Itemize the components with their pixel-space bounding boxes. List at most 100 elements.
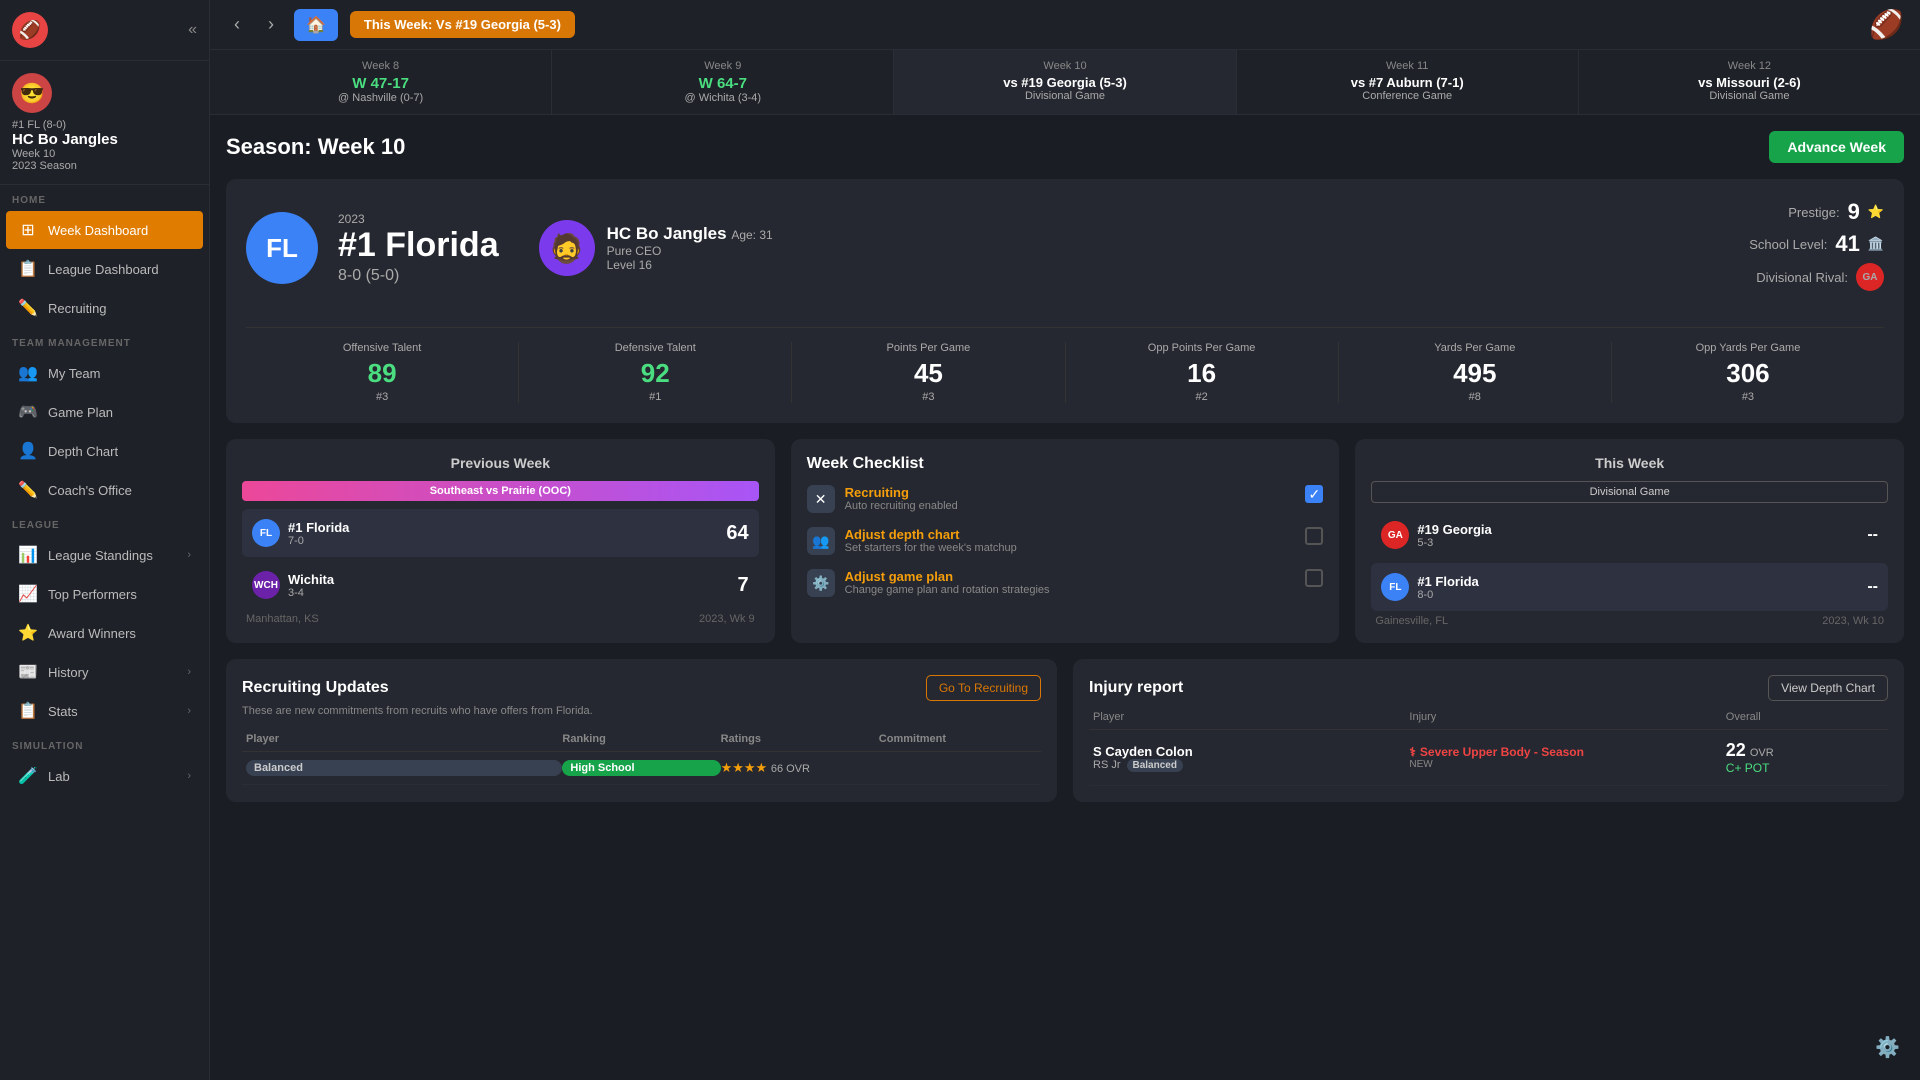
check-sub-0: Auto recruiting enabled [845, 500, 958, 512]
col-player: Player [246, 733, 562, 745]
forward-btn[interactable]: › [260, 10, 282, 39]
schedule-item-week9[interactable]: Week 9W 64-7@ Wichita (3-4) [552, 50, 894, 114]
stat-item-offensive-talent: Offensive Talent 89 #3 [246, 342, 519, 403]
prev-team2-score: 7 [738, 574, 749, 597]
view-depth-chart-btn[interactable]: View Depth Chart [1768, 675, 1888, 701]
nav-section-league: LEAGUE [0, 510, 209, 535]
stat-item-points-per-game: Points Per Game 45 #3 [792, 342, 1065, 403]
prev-team2-badge: WCH [252, 571, 280, 599]
injury-details: ⚕ Severe Upper Body - Season NEW [1409, 745, 1725, 770]
check-box-1[interactable] [1305, 527, 1323, 545]
col-ranking: Ranking [562, 733, 720, 745]
nav-icon-week-dashboard: ⊞ [18, 220, 38, 240]
nav-icon-league-standings: 📊 [18, 545, 38, 565]
check-sub-1: Set starters for the week's matchup [845, 542, 1017, 554]
season-header: Season: Week 10 Advance Week [226, 131, 1904, 163]
sidebar-item-history[interactable]: 📰 History › [6, 653, 203, 691]
nav-icon-depth-chart: 👤 [18, 441, 38, 461]
bottom-two: Recruiting Updates Go To Recruiting Thes… [226, 659, 1904, 802]
check-box-2[interactable] [1305, 569, 1323, 587]
checklist-item-2: ⚙️ Adjust game plan Change game plan and… [807, 569, 1324, 597]
sidebar-nav: HOME⊞ Week Dashboard 📋 League Dashboard … [0, 185, 209, 796]
schedule-matchup: vs Missouri (2-6) [1595, 75, 1904, 90]
prev-team2-record: 3-4 [288, 587, 334, 599]
go-recruiting-btn[interactable]: Go To Recruiting [926, 675, 1041, 701]
week-checklist-card: Week Checklist ✕ Recruiting Auto recruit… [791, 439, 1340, 643]
prestige-row: Prestige: 9 ⭐ [1749, 199, 1884, 225]
nav-icon-award-winners: ⭐ [18, 623, 38, 643]
user-rank: #1 FL (8-0) [12, 119, 197, 131]
sidebar-item-game-plan[interactable]: 🎮 Game Plan [6, 393, 203, 431]
schedule-item-week12[interactable]: Week 12vs Missouri (2-6)Divisional Game [1579, 50, 1920, 114]
home-btn[interactable]: 🏠 [294, 9, 338, 41]
settings-icon[interactable]: ⚙️ [1875, 1035, 1900, 1060]
nav-section-simulation: SIMULATION [0, 731, 209, 756]
school-level-row: School Level: 41 🏛️ [1749, 231, 1884, 257]
prestige-section: Prestige: 9 ⭐ School Level: 41 🏛️ Divisi… [1749, 199, 1884, 297]
schedule-score: W 47-17 [226, 75, 535, 92]
injury-row: S Cayden Colon RS Jr Balanced ⚕ Severe U… [1089, 730, 1888, 786]
bottom-grid: Previous Week Southeast vs Prairie (OOC)… [226, 439, 1904, 643]
schedule-sub: Divisional Game [910, 90, 1219, 102]
check-icon-0: ✕ [807, 485, 835, 513]
week-badge: This Week: Vs #19 Georgia (5-3) [350, 11, 575, 38]
sidebar-collapse-btn[interactable]: « [188, 21, 197, 39]
sidebar-item-coaches-office[interactable]: ✏️ Coach's Office [6, 471, 203, 509]
sidebar-item-stats[interactable]: 📋 Stats › [6, 692, 203, 730]
sidebar-item-award-winners[interactable]: ⭐ Award Winners [6, 614, 203, 652]
schedule-week-label: Week 12 [1595, 60, 1904, 72]
schedule-bar: Week 8W 47-17@ Nashville (0-7)Week 9W 64… [210, 50, 1920, 115]
inj-col-player: Player [1093, 711, 1409, 723]
nav-chevron-lab: › [187, 770, 191, 782]
this-team1-record: 5-3 [1417, 537, 1491, 549]
nav-label-award-winners: Award Winners [48, 626, 136, 641]
injury-header: Injury report View Depth Chart [1089, 675, 1888, 701]
nav-label-game-plan: Game Plan [48, 405, 113, 420]
nav-chevron-history: › [187, 666, 191, 678]
main-scroll-content: Season: Week 10 Advance Week FL 2023 #1 … [210, 115, 1920, 1080]
this-game-meta: Gainesville, FL 2023, Wk 10 [1371, 615, 1888, 627]
nav-icon-my-team: 👥 [18, 363, 38, 383]
check-box-0[interactable]: ✓ [1305, 485, 1323, 503]
nav-icon-top-performers: 📈 [18, 584, 38, 604]
check-label-2: Adjust game plan [845, 569, 1050, 584]
nav-label-my-team: My Team [48, 366, 101, 381]
sidebar-item-my-team[interactable]: 👥 My Team [6, 354, 203, 392]
nav-label-top-performers: Top Performers [48, 587, 137, 602]
prev-team2-name: Wichita [288, 572, 334, 587]
injury-type: ⚕ Severe Upper Body - Season [1409, 745, 1725, 759]
nav-label-history: History [48, 665, 88, 680]
this-team1-score: -- [1867, 526, 1878, 544]
check-sub-2: Change game plan and rotation strategies [845, 584, 1050, 596]
prev-team1-name: #1 Florida [288, 520, 349, 535]
sidebar-item-recruiting[interactable]: ✏️ Recruiting [6, 289, 203, 327]
sidebar-item-league-dashboard[interactable]: 📋 League Dashboard [6, 250, 203, 288]
schedule-item-week10[interactable]: Week 10vs #19 Georgia (5-3)Divisional Ga… [894, 50, 1236, 114]
nav-label-depth-chart: Depth Chart [48, 444, 118, 459]
back-btn[interactable]: ‹ [226, 10, 248, 39]
sidebar-item-league-standings[interactable]: 📊 League Standings › [6, 536, 203, 574]
schedule-opp: @ Wichita (3-4) [568, 92, 877, 104]
this-team2-badge: FL [1381, 573, 1409, 601]
schedule-item-week8[interactable]: Week 8W 47-17@ Nashville (0-7) [210, 50, 552, 114]
sidebar-item-top-performers[interactable]: 📈 Top Performers [6, 575, 203, 613]
sidebar-item-week-dashboard[interactable]: ⊞ Week Dashboard [6, 211, 203, 249]
prev-team1-record: 7-0 [288, 535, 349, 547]
sidebar: 🏈 « 😎 #1 FL (8-0) HC Bo Jangles Week 10 … [0, 0, 210, 1080]
season-title: Season: Week 10 [226, 134, 405, 160]
sidebar-item-lab[interactable]: 🧪 Lab › [6, 757, 203, 795]
schedule-item-week11[interactable]: Week 11vs #7 Auburn (7-1)Conference Game [1237, 50, 1579, 114]
sidebar-item-depth-chart[interactable]: 👤 Depth Chart [6, 432, 203, 470]
col-ratings: Ratings [721, 733, 879, 745]
nav-label-week-dashboard: Week Dashboard [48, 223, 148, 238]
rival-badge: GA [1856, 263, 1884, 291]
player-stars: ★★★★ 66 OVR [721, 760, 879, 776]
nav-icon-coaches-office: ✏️ [18, 480, 38, 500]
stat-item-opp-yards-per-game: Opp Yards Per Game 306 #3 [1612, 342, 1884, 403]
injury-ovr-val: 22 [1726, 740, 1746, 761]
this-week-ref: 2023, Wk 10 [1822, 615, 1884, 627]
this-team2-name: #1 Florida [1417, 574, 1478, 589]
nav-label-league-standings: League Standings [48, 548, 153, 563]
check-text-2: Adjust game plan Change game plan and ro… [845, 569, 1050, 596]
advance-week-btn[interactable]: Advance Week [1769, 131, 1904, 163]
